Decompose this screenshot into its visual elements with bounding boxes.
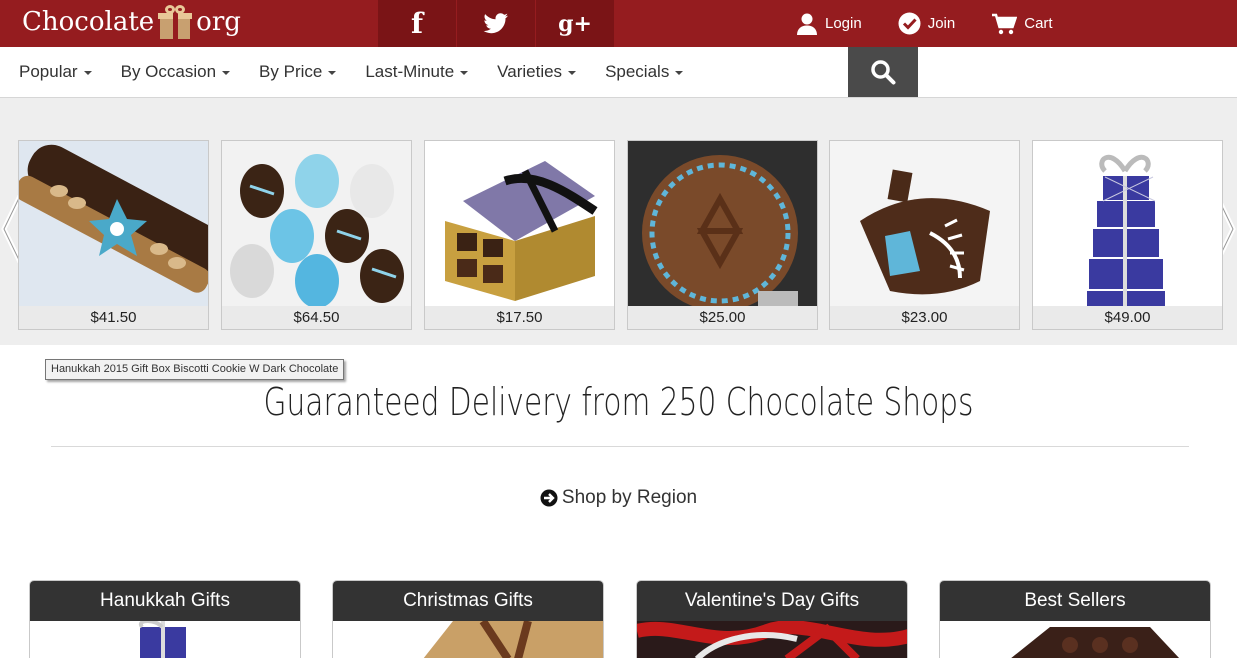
product-image[interactable]: [222, 141, 411, 306]
join-label: Join: [927, 15, 956, 32]
google-plus-button[interactable]: g+: [536, 0, 615, 47]
caret-down-icon: [568, 71, 577, 75]
social-links: f g+: [378, 0, 615, 47]
category-card-valentines[interactable]: Valentine's Day Gifts: [636, 580, 908, 658]
region-label: Shop by Region: [561, 487, 698, 508]
nav-label: Specials: [605, 62, 670, 81]
shop-by-region-link[interactable]: Shop by Region: [0, 487, 1237, 509]
account-links: Login Join Cart: [796, 0, 1089, 47]
nav-specials[interactable]: Specials: [605, 62, 684, 82]
caret-down-icon: [675, 71, 684, 75]
product-image[interactable]: [1033, 141, 1222, 306]
twitter-button[interactable]: [457, 0, 536, 47]
category-image[interactable]: [30, 621, 300, 658]
login-label: Login: [825, 15, 862, 32]
nav-menu: Popular By Occasion By Price Last-Minute…: [19, 47, 712, 97]
check-circle-icon: [898, 12, 921, 35]
nav-label: Last-Minute: [365, 62, 455, 81]
nav-by-price[interactable]: By Price: [259, 62, 337, 82]
main-nav: Popular By Occasion By Price Last-Minute…: [0, 47, 1237, 98]
search-button[interactable]: [848, 47, 918, 97]
nav-varieties[interactable]: Varieties: [497, 62, 577, 82]
product-price: $49.00: [1033, 306, 1222, 329]
search-icon: [871, 60, 896, 85]
page-headline: Guaranteed Delivery from 250 Chocolate S…: [263, 380, 974, 424]
product-price: $64.50: [222, 306, 411, 329]
caret-down-icon: [83, 71, 92, 75]
product-price: $25.00: [628, 306, 817, 329]
category-title: Christmas Gifts: [333, 581, 603, 621]
nav-last-minute[interactable]: Last-Minute: [365, 62, 469, 82]
category-title: Best Sellers: [940, 581, 1210, 621]
product-image[interactable]: [628, 141, 817, 306]
category-image[interactable]: [940, 621, 1210, 658]
top-bar: Chocolate org f g+ Login Join Cart: [0, 0, 1237, 47]
category-image[interactable]: [333, 621, 603, 658]
category-card-best-sellers[interactable]: Best Sellers: [939, 580, 1211, 658]
brand-text-right: org: [196, 7, 241, 37]
product-card[interactable]: $17.50: [424, 140, 615, 330]
product-card[interactable]: $64.50: [221, 140, 412, 330]
product-price: $23.00: [830, 306, 1019, 329]
nav-label: Popular: [19, 62, 78, 81]
category-title: Valentine's Day Gifts: [637, 581, 907, 621]
login-link[interactable]: Login: [796, 13, 862, 35]
category-image[interactable]: [637, 621, 907, 658]
product-image[interactable]: [19, 141, 208, 306]
gift-box-icon: [158, 5, 193, 39]
facebook-button[interactable]: f: [378, 0, 457, 47]
product-image[interactable]: [830, 141, 1019, 306]
twitter-icon: [483, 12, 508, 33]
product-tooltip: Hanukkah 2015 Gift Box Biscotti Cookie W…: [45, 359, 345, 380]
product-price: $17.50: [425, 306, 614, 329]
product-card[interactable]: $49.00: [1032, 140, 1223, 330]
category-title: Hanukkah Gifts: [30, 581, 300, 621]
divider: [51, 446, 1189, 447]
caret-down-icon: [328, 71, 337, 75]
join-link[interactable]: Join: [898, 12, 956, 35]
caret-down-icon: [460, 71, 469, 75]
nav-label: By Price: [259, 62, 323, 81]
cart-label: Cart: [1024, 15, 1053, 32]
category-card-christmas[interactable]: Christmas Gifts: [332, 580, 604, 658]
arrow-circle-right-icon: [540, 489, 558, 507]
product-carousel: $41.50 $64.50 $17.50 $25.00 $23.00 $49.0…: [0, 98, 1237, 345]
nav-by-occasion[interactable]: By Occasion: [120, 62, 231, 82]
google-plus-icon: g+: [558, 10, 592, 37]
product-card[interactable]: $23.00: [829, 140, 1020, 330]
nav-label: By Occasion: [120, 62, 217, 81]
product-card[interactable]: $41.50: [18, 140, 209, 330]
cart-icon: [992, 13, 1018, 34]
nav-label: Varieties: [497, 62, 563, 81]
product-price: $41.50: [19, 306, 208, 329]
nav-popular[interactable]: Popular: [19, 62, 92, 82]
facebook-icon: f: [410, 7, 424, 40]
caret-down-icon: [222, 71, 231, 75]
brand-text-left: Chocolate: [22, 7, 155, 37]
product-card[interactable]: $25.00: [627, 140, 818, 330]
user-icon: [797, 13, 817, 35]
cart-link[interactable]: Cart: [991, 13, 1053, 35]
product-image[interactable]: [425, 141, 614, 306]
category-card-hanukkah[interactable]: Hanukkah Gifts: [29, 580, 301, 658]
site-logo[interactable]: Chocolate org: [22, 4, 241, 40]
